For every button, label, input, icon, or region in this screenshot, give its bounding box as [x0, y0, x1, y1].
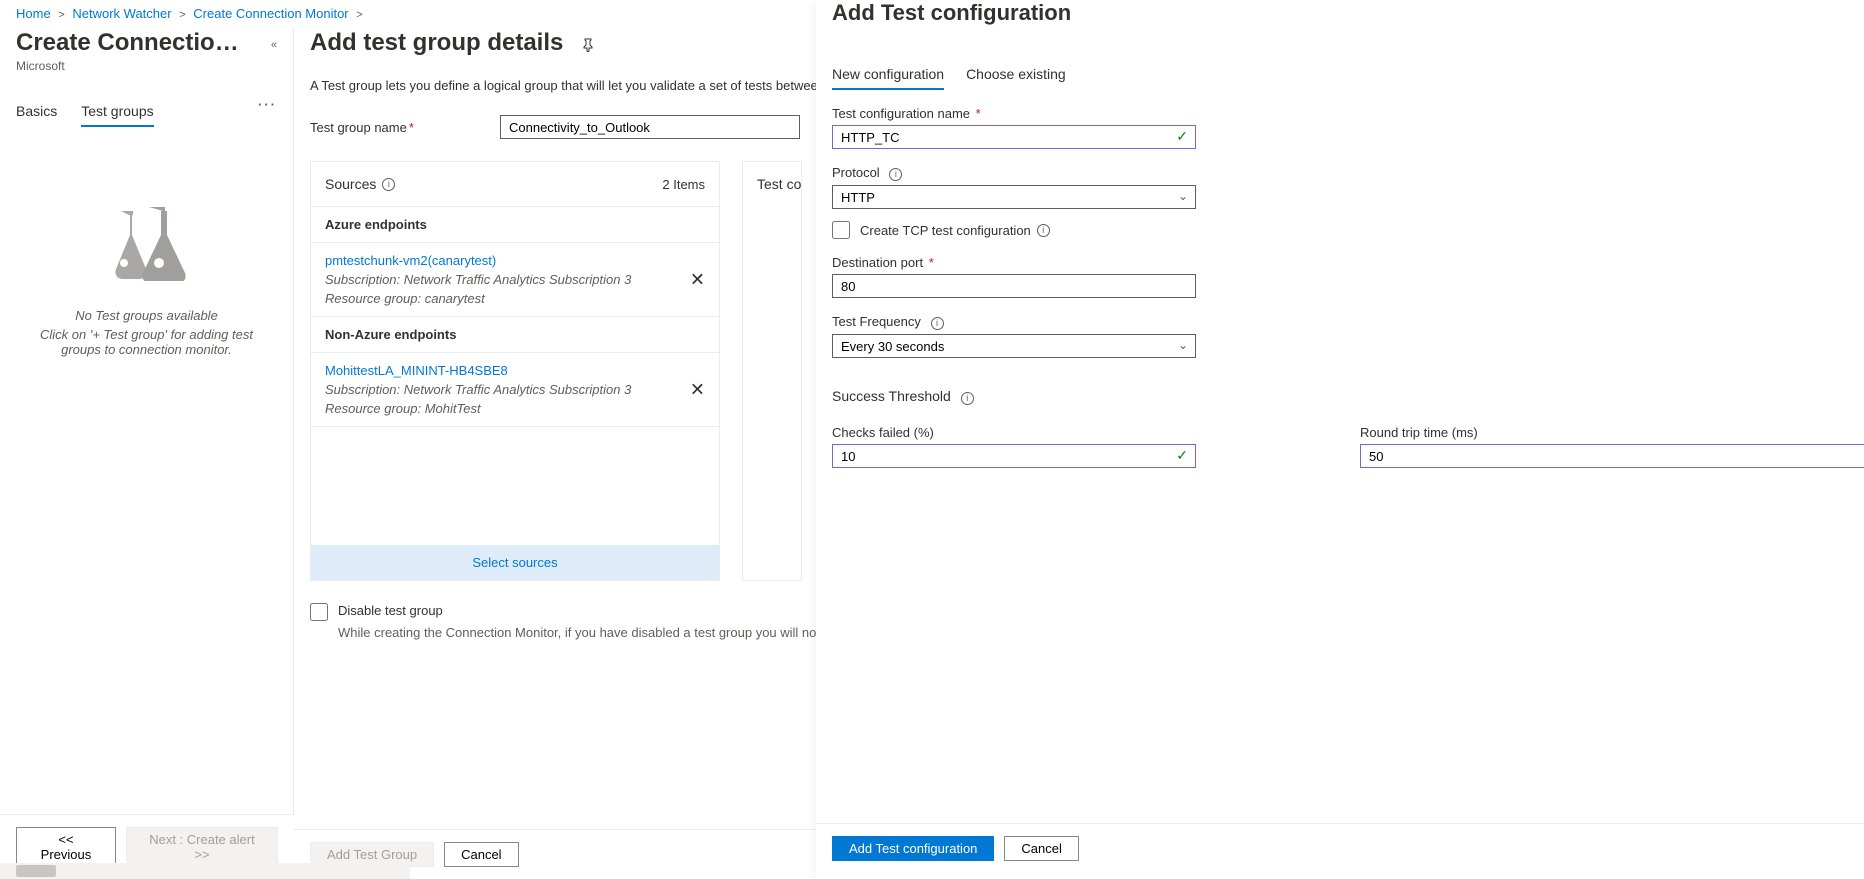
next-button[interactable]: Next : Create alert >>	[126, 827, 278, 867]
right-title: Add Test configuration	[832, 0, 1848, 26]
disable-test-group-checkbox[interactable]	[310, 603, 328, 621]
left-tabs: Basics Test groups ···	[16, 97, 277, 127]
rtt-input[interactable]	[1360, 444, 1864, 468]
page-subtitle: Microsoft	[16, 59, 277, 73]
test-configurations-panel: Test configurations	[742, 161, 802, 581]
breadcrumb-home[interactable]: Home	[16, 6, 51, 21]
non-azure-endpoints-header: Non-Azure endpoints	[311, 317, 719, 353]
breadcrumb-network-watcher[interactable]: Network Watcher	[72, 6, 171, 21]
left-pane: Create Connection… « Microsoft Basics Te…	[0, 29, 294, 878]
sources-header: Sources	[325, 176, 376, 192]
cancel-button[interactable]: Cancel	[444, 842, 518, 867]
endpoint-subscription: Subscription: Network Traffic Analytics …	[325, 382, 705, 397]
remove-endpoint-button[interactable]: ✕	[690, 269, 705, 290]
empty-line2: Click on '+ Test group' for adding test …	[36, 327, 257, 357]
rtt-label: Round trip time (ms)	[1360, 425, 1848, 440]
collapse-button[interactable]: «	[271, 39, 277, 51]
test-group-name-input[interactable]	[500, 115, 800, 139]
pin-icon[interactable]	[581, 38, 595, 55]
select-sources-button[interactable]: Select sources	[311, 545, 719, 580]
info-icon[interactable]: i	[961, 392, 974, 405]
horizontal-scrollbar[interactable]	[0, 863, 410, 879]
test-frequency-label: Test Frequency i	[832, 314, 1848, 330]
check-icon: ✓	[1176, 128, 1188, 145]
empty-line1: No Test groups available	[36, 308, 257, 323]
more-button[interactable]: ···	[258, 97, 277, 127]
endpoint-name-link[interactable]: MohittestLA_MININT-HB4SBE8	[325, 363, 705, 378]
endpoint-resource-group: Resource group: canarytest	[325, 291, 705, 306]
info-icon[interactable]: i	[382, 178, 395, 191]
right-footer: Add Test configuration Cancel	[816, 823, 1864, 861]
tc-name-label: Test configuration name *	[832, 106, 1848, 121]
disable-test-group-label: Disable test group	[338, 603, 443, 618]
breadcrumb-create-connection-monitor[interactable]: Create Connection Monitor	[193, 6, 348, 21]
info-icon[interactable]: i	[931, 317, 944, 330]
check-icon: ✓	[1176, 447, 1188, 464]
mid-title: Add test group details	[310, 29, 563, 57]
tc-name-input[interactable]	[832, 125, 1196, 149]
add-test-configuration-button[interactable]: Add Test configuration	[832, 836, 994, 861]
success-threshold-label: Success Threshold i	[832, 388, 1848, 405]
breadcrumb-sep: >	[179, 9, 185, 21]
test-group-name-label: Test group name*	[310, 120, 500, 135]
endpoint-item: pmtestchunk-vm2(canarytest) Subscription…	[311, 243, 719, 317]
page-title: Create Connection…	[16, 29, 246, 57]
test-configurations-header: Test configurations	[757, 176, 802, 192]
endpoint-resource-group: Resource group: MohitTest	[325, 401, 705, 416]
endpoint-name-link[interactable]: pmtestchunk-vm2(canarytest)	[325, 253, 705, 268]
endpoint-item: MohittestLA_MININT-HB4SBE8 Subscription:…	[311, 353, 719, 427]
empty-state: No Test groups available Click on '+ Tes…	[16, 207, 277, 357]
remove-endpoint-button[interactable]: ✕	[690, 379, 705, 400]
endpoint-subscription: Subscription: Network Traffic Analytics …	[325, 272, 705, 287]
flask-icon	[101, 207, 193, 281]
previous-button[interactable]: << Previous	[16, 827, 116, 867]
protocol-label: Protocol i	[832, 165, 1848, 181]
create-tcp-checkbox[interactable]	[832, 221, 850, 239]
tab-new-configuration[interactable]: New configuration	[832, 60, 944, 90]
checks-failed-label: Checks failed (%)	[832, 425, 1320, 440]
right-pane: Add Test configuration New configuration…	[816, 0, 1864, 879]
info-icon[interactable]: i	[889, 168, 902, 181]
create-tcp-label: Create TCP test configuration	[860, 223, 1031, 238]
destination-port-label: Destination port *	[832, 255, 1848, 270]
breadcrumb-sep: >	[58, 9, 64, 21]
test-frequency-select[interactable]: Every 30 seconds	[832, 334, 1196, 358]
sources-panel: Sources i 2 Items Azure endpoints pmtest…	[310, 161, 720, 581]
breadcrumb-sep: >	[356, 9, 362, 21]
tab-test-groups[interactable]: Test groups	[81, 97, 153, 127]
tab-basics[interactable]: Basics	[16, 97, 57, 127]
sources-count: 2 Items	[662, 177, 705, 192]
azure-endpoints-header: Azure endpoints	[311, 207, 719, 243]
info-icon[interactable]: i	[1037, 224, 1050, 237]
right-tabs: New configuration Choose existing	[832, 60, 1848, 90]
tab-choose-existing[interactable]: Choose existing	[966, 60, 1066, 90]
checks-failed-input[interactable]	[832, 444, 1196, 468]
destination-port-input[interactable]	[832, 274, 1196, 298]
protocol-select[interactable]: HTTP	[832, 185, 1196, 209]
cancel-button[interactable]: Cancel	[1004, 836, 1078, 861]
